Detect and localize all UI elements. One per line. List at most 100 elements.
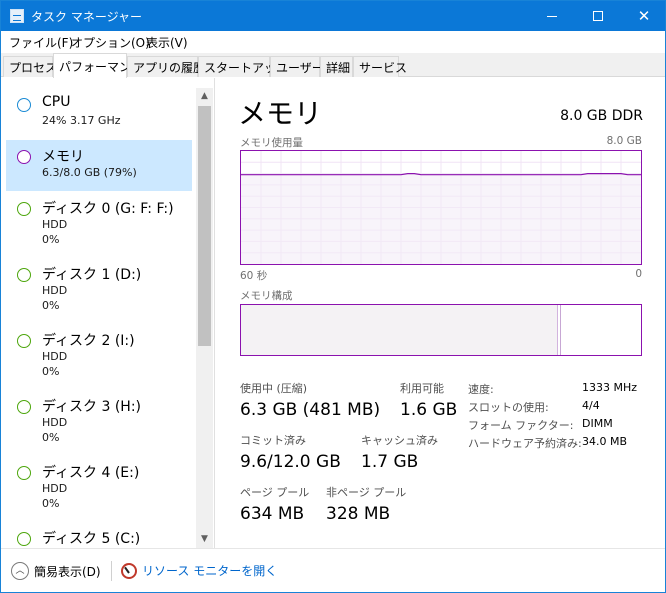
resource-type: HDD: [42, 416, 68, 429]
tab-bar: プロセス パフォーマンス アプリの履歴 スタートアップ ユーザー 詳細 サービス: [1, 53, 665, 78]
tab-services[interactable]: サービス: [353, 56, 407, 77]
cpu-indicator-icon: [17, 98, 31, 112]
resource-disk-0[interactable]: ディスク 0 (G: F: F:) HDD 0%: [6, 192, 192, 246]
resource-usage: 0%: [42, 299, 60, 312]
memory-composition-bar: [240, 304, 642, 356]
task-manager-window: タスク マネージャー ✕ ファイル(F) オプション(O) 表示(V) プロセス…: [0, 0, 666, 593]
resource-disk-3[interactable]: ディスク 3 (H:) HDD 0%: [6, 390, 192, 444]
usage-graph-max: 8.0 GB: [606, 135, 642, 147]
footer-divider: [111, 561, 112, 581]
scroll-thumb[interactable]: [198, 106, 211, 346]
committed-value: 9.6/12.0 GB: [240, 452, 341, 472]
composition-modified: [558, 305, 561, 355]
resource-memory[interactable]: メモリ 6.3/8.0 GB (79%): [6, 140, 192, 191]
resource-list: CPU 24% 3.17 GHz メモリ 6.3/8.0 GB (79%) ディ…: [1, 78, 215, 548]
speed-label: 速度:: [468, 383, 494, 396]
resource-usage: 0%: [42, 431, 60, 444]
disk-indicator-icon: [17, 268, 31, 282]
nonpaged-pool-label: 非ページ プール: [326, 486, 407, 499]
resource-title: ディスク 3 (H:): [42, 399, 141, 415]
fewer-details-label: 簡易表示(D): [34, 564, 101, 579]
cached-label: キャッシュ済み: [361, 434, 438, 447]
resource-title: ディスク 4 (E:): [42, 465, 140, 481]
resource-usage: 0%: [42, 233, 60, 246]
close-button[interactable]: ✕: [621, 1, 665, 31]
resource-title: ディスク 0 (G: F: F:): [42, 201, 174, 217]
tab-startup[interactable]: スタートアップ: [198, 56, 288, 77]
available-value: 1.6 GB: [400, 400, 458, 420]
slots-value: 4/4: [582, 399, 600, 412]
fewer-details-button[interactable]: ︿ 簡易表示(D): [11, 562, 101, 580]
hardware-reserved-value: 34.0 MB: [582, 435, 628, 448]
page-title: メモリ: [238, 97, 323, 130]
slots-label: スロットの使用:: [468, 401, 549, 414]
disk-indicator-icon: [17, 532, 31, 546]
resource-disk-5[interactable]: ディスク 5 (C:): [6, 522, 192, 548]
chevron-up-icon: ︿: [11, 562, 29, 580]
paged-pool-label: ページ プール: [240, 486, 310, 499]
disk-indicator-icon: [17, 466, 31, 480]
in-use-value: 6.3 GB (481 MB): [240, 400, 381, 420]
memory-details-panel: メモリ 8.0 GB DDR メモリ使用量 8.0 GB 60 秒 0 メモリ構…: [216, 78, 665, 548]
form-factor-label: フォーム ファクター:: [468, 419, 574, 432]
footer: ︿ 簡易表示(D) リソース モニターを開く: [1, 548, 665, 592]
minimize-button[interactable]: [529, 1, 575, 31]
tab-details[interactable]: 詳細: [320, 56, 353, 77]
usage-graph-label: メモリ使用量: [240, 137, 303, 149]
resource-title: ディスク 5 (C:): [42, 531, 141, 547]
disk-indicator-icon: [17, 400, 31, 414]
menu-options[interactable]: オプション(O): [71, 34, 150, 51]
menu-file[interactable]: ファイル(F): [9, 34, 73, 51]
form-factor-value: DIMM: [582, 417, 613, 430]
resource-detail: 6.3/8.0 GB (79%): [42, 166, 137, 179]
speed-value: 1333 MHz: [582, 381, 638, 394]
paged-pool-value: 634 MB: [240, 504, 305, 524]
menu-view[interactable]: 表示(V): [146, 34, 188, 51]
minimize-icon: [547, 15, 557, 17]
resource-detail: 24% 3.17 GHz: [42, 114, 121, 127]
resource-usage: 0%: [42, 497, 60, 510]
resource-title: ディスク 2 (I:): [42, 333, 135, 349]
in-use-label: 使用中 (圧縮): [240, 382, 308, 395]
close-icon: ✕: [637, 7, 651, 25]
tab-processes[interactable]: プロセス: [3, 56, 57, 77]
resource-title: CPU: [42, 94, 71, 110]
disk-indicator-icon: [17, 334, 31, 348]
memory-usage-graph: [240, 150, 642, 265]
open-resource-monitor-link[interactable]: リソース モニターを開く: [121, 562, 277, 579]
resource-type: HDD: [42, 482, 68, 495]
resource-type: HDD: [42, 218, 68, 231]
cached-value: 1.7 GB: [361, 452, 419, 472]
tab-app-history[interactable]: アプリの履歴: [127, 56, 205, 77]
memory-usage-area: [241, 173, 641, 264]
resource-disk-1[interactable]: ディスク 1 (D:) HDD 0%: [6, 258, 192, 312]
memory-spec: 8.0 GB DDR: [560, 108, 643, 124]
resource-monitor-icon: [121, 562, 137, 579]
tab-users[interactable]: ユーザー: [270, 56, 324, 77]
scroll-down-arrow-icon[interactable]: ▼: [196, 531, 213, 548]
resource-list-scrollbar[interactable]: ▲ ▼: [196, 88, 213, 548]
window-title: タスク マネージャー: [31, 10, 142, 24]
maximize-icon: [593, 11, 603, 21]
resource-type: HDD: [42, 350, 68, 363]
committed-label: コミット済み: [240, 434, 306, 447]
menu-bar: ファイル(F) オプション(O) 表示(V): [1, 31, 665, 53]
resource-disk-2[interactable]: ディスク 2 (I:) HDD 0%: [6, 324, 192, 378]
task-manager-icon: [10, 9, 24, 23]
graph-time-end: 0: [635, 268, 642, 280]
scroll-up-arrow-icon[interactable]: ▲: [196, 88, 213, 105]
resource-disk-4[interactable]: ディスク 4 (E:) HDD 0%: [6, 456, 192, 510]
resource-usage: 0%: [42, 365, 60, 378]
resource-title: メモリ: [42, 149, 84, 165]
disk-indicator-icon: [17, 202, 31, 216]
title-bar[interactable]: タスク マネージャー ✕: [1, 1, 665, 31]
available-label: 利用可能: [400, 382, 444, 395]
tab-performance[interactable]: パフォーマンス: [53, 53, 143, 78]
resource-cpu[interactable]: CPU 24% 3.17 GHz: [6, 88, 192, 139]
memory-indicator-icon: [17, 150, 31, 164]
maximize-button[interactable]: [575, 1, 621, 31]
composition-in-use: [241, 305, 558, 355]
composition-label: メモリ構成: [240, 290, 293, 302]
graph-time-start: 60 秒: [240, 270, 268, 282]
resource-title: ディスク 1 (D:): [42, 267, 142, 283]
